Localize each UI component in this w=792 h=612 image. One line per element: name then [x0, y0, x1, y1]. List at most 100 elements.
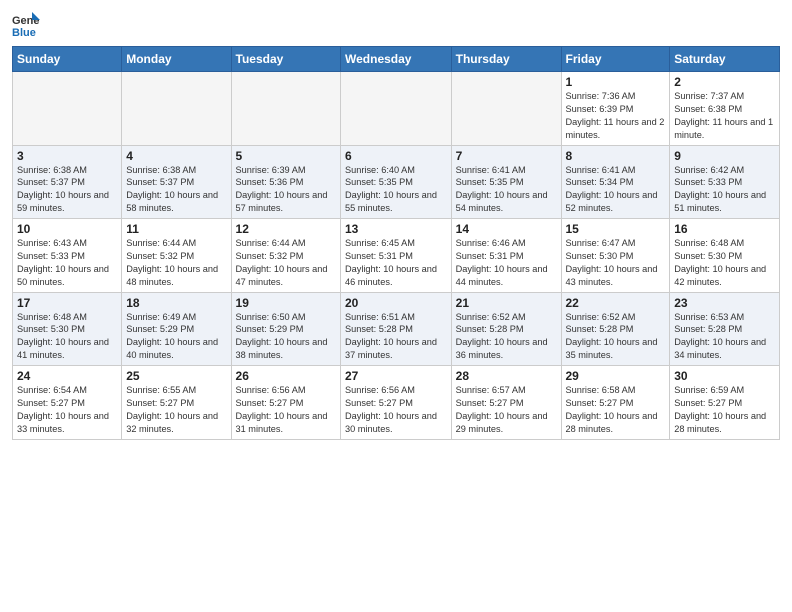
day-info: Sunrise: 6:42 AM Sunset: 5:33 PM Dayligh…: [674, 164, 775, 216]
day-info: Sunrise: 6:52 AM Sunset: 5:28 PM Dayligh…: [456, 311, 557, 363]
day-info: Sunrise: 6:39 AM Sunset: 5:36 PM Dayligh…: [236, 164, 336, 216]
day-info: Sunrise: 6:52 AM Sunset: 5:28 PM Dayligh…: [566, 311, 666, 363]
day-info: Sunrise: 6:47 AM Sunset: 5:30 PM Dayligh…: [566, 237, 666, 289]
day-cell: 1Sunrise: 7:36 AM Sunset: 6:39 PM Daylig…: [561, 72, 670, 146]
day-number: 28: [456, 369, 557, 383]
weekday-header-row: SundayMondayTuesdayWednesdayThursdayFrid…: [13, 47, 780, 72]
day-number: 25: [126, 369, 226, 383]
page-container: General Blue SundayMondayTuesdayWednesda…: [0, 0, 792, 450]
weekday-header-wednesday: Wednesday: [341, 47, 452, 72]
day-cell: 9Sunrise: 6:42 AM Sunset: 5:33 PM Daylig…: [670, 145, 780, 219]
day-info: Sunrise: 6:56 AM Sunset: 5:27 PM Dayligh…: [345, 384, 447, 436]
day-number: 13: [345, 222, 447, 236]
weekday-header-tuesday: Tuesday: [231, 47, 340, 72]
day-number: 11: [126, 222, 226, 236]
day-number: 15: [566, 222, 666, 236]
week-row-3: 17Sunrise: 6:48 AM Sunset: 5:30 PM Dayli…: [13, 292, 780, 366]
week-row-1: 3Sunrise: 6:38 AM Sunset: 5:37 PM Daylig…: [13, 145, 780, 219]
weekday-header-friday: Friday: [561, 47, 670, 72]
day-info: Sunrise: 6:49 AM Sunset: 5:29 PM Dayligh…: [126, 311, 226, 363]
day-cell: 29Sunrise: 6:58 AM Sunset: 5:27 PM Dayli…: [561, 366, 670, 440]
day-number: 23: [674, 296, 775, 310]
day-number: 16: [674, 222, 775, 236]
day-info: Sunrise: 6:54 AM Sunset: 5:27 PM Dayligh…: [17, 384, 117, 436]
day-cell: 2Sunrise: 7:37 AM Sunset: 6:38 PM Daylig…: [670, 72, 780, 146]
day-cell: 28Sunrise: 6:57 AM Sunset: 5:27 PM Dayli…: [451, 366, 561, 440]
day-info: Sunrise: 7:37 AM Sunset: 6:38 PM Dayligh…: [674, 90, 775, 142]
day-number: 6: [345, 149, 447, 163]
day-number: 20: [345, 296, 447, 310]
day-number: 22: [566, 296, 666, 310]
day-cell: 19Sunrise: 6:50 AM Sunset: 5:29 PM Dayli…: [231, 292, 340, 366]
week-row-4: 24Sunrise: 6:54 AM Sunset: 5:27 PM Dayli…: [13, 366, 780, 440]
day-info: Sunrise: 6:41 AM Sunset: 5:35 PM Dayligh…: [456, 164, 557, 216]
day-number: 17: [17, 296, 117, 310]
day-info: Sunrise: 6:55 AM Sunset: 5:27 PM Dayligh…: [126, 384, 226, 436]
week-row-2: 10Sunrise: 6:43 AM Sunset: 5:33 PM Dayli…: [13, 219, 780, 293]
day-info: Sunrise: 6:48 AM Sunset: 5:30 PM Dayligh…: [17, 311, 117, 363]
day-number: 7: [456, 149, 557, 163]
day-info: Sunrise: 6:59 AM Sunset: 5:27 PM Dayligh…: [674, 384, 775, 436]
svg-text:Blue: Blue: [12, 27, 36, 38]
day-info: Sunrise: 6:45 AM Sunset: 5:31 PM Dayligh…: [345, 237, 447, 289]
day-cell: 16Sunrise: 6:48 AM Sunset: 5:30 PM Dayli…: [670, 219, 780, 293]
weekday-header-monday: Monday: [122, 47, 231, 72]
header: General Blue: [12, 10, 780, 38]
day-cell: 7Sunrise: 6:41 AM Sunset: 5:35 PM Daylig…: [451, 145, 561, 219]
day-cell: 6Sunrise: 6:40 AM Sunset: 5:35 PM Daylig…: [341, 145, 452, 219]
day-cell: 10Sunrise: 6:43 AM Sunset: 5:33 PM Dayli…: [13, 219, 122, 293]
day-cell: 20Sunrise: 6:51 AM Sunset: 5:28 PM Dayli…: [341, 292, 452, 366]
day-number: 29: [566, 369, 666, 383]
day-cell: 26Sunrise: 6:56 AM Sunset: 5:27 PM Dayli…: [231, 366, 340, 440]
day-info: Sunrise: 6:38 AM Sunset: 5:37 PM Dayligh…: [126, 164, 226, 216]
day-cell: [451, 72, 561, 146]
day-cell: 22Sunrise: 6:52 AM Sunset: 5:28 PM Dayli…: [561, 292, 670, 366]
day-info: Sunrise: 6:44 AM Sunset: 5:32 PM Dayligh…: [236, 237, 336, 289]
day-info: Sunrise: 7:36 AM Sunset: 6:39 PM Dayligh…: [566, 90, 666, 142]
day-cell: 11Sunrise: 6:44 AM Sunset: 5:32 PM Dayli…: [122, 219, 231, 293]
day-number: 2: [674, 75, 775, 89]
weekday-header-sunday: Sunday: [13, 47, 122, 72]
day-cell: 21Sunrise: 6:52 AM Sunset: 5:28 PM Dayli…: [451, 292, 561, 366]
day-cell: 30Sunrise: 6:59 AM Sunset: 5:27 PM Dayli…: [670, 366, 780, 440]
day-cell: 5Sunrise: 6:39 AM Sunset: 5:36 PM Daylig…: [231, 145, 340, 219]
day-info: Sunrise: 6:58 AM Sunset: 5:27 PM Dayligh…: [566, 384, 666, 436]
day-cell: 8Sunrise: 6:41 AM Sunset: 5:34 PM Daylig…: [561, 145, 670, 219]
day-info: Sunrise: 6:57 AM Sunset: 5:27 PM Dayligh…: [456, 384, 557, 436]
day-cell: 12Sunrise: 6:44 AM Sunset: 5:32 PM Dayli…: [231, 219, 340, 293]
day-number: 10: [17, 222, 117, 236]
day-cell: 15Sunrise: 6:47 AM Sunset: 5:30 PM Dayli…: [561, 219, 670, 293]
day-info: Sunrise: 6:48 AM Sunset: 5:30 PM Dayligh…: [674, 237, 775, 289]
day-cell: 14Sunrise: 6:46 AM Sunset: 5:31 PM Dayli…: [451, 219, 561, 293]
day-number: 27: [345, 369, 447, 383]
day-info: Sunrise: 6:44 AM Sunset: 5:32 PM Dayligh…: [126, 237, 226, 289]
day-cell: 17Sunrise: 6:48 AM Sunset: 5:30 PM Dayli…: [13, 292, 122, 366]
logo: General Blue: [12, 10, 44, 38]
day-cell: 4Sunrise: 6:38 AM Sunset: 5:37 PM Daylig…: [122, 145, 231, 219]
day-cell: 3Sunrise: 6:38 AM Sunset: 5:37 PM Daylig…: [13, 145, 122, 219]
day-info: Sunrise: 6:46 AM Sunset: 5:31 PM Dayligh…: [456, 237, 557, 289]
day-info: Sunrise: 6:51 AM Sunset: 5:28 PM Dayligh…: [345, 311, 447, 363]
day-number: 24: [17, 369, 117, 383]
day-number: 4: [126, 149, 226, 163]
day-info: Sunrise: 6:40 AM Sunset: 5:35 PM Dayligh…: [345, 164, 447, 216]
day-cell: 18Sunrise: 6:49 AM Sunset: 5:29 PM Dayli…: [122, 292, 231, 366]
day-number: 1: [566, 75, 666, 89]
logo-icon: General Blue: [12, 10, 40, 38]
day-number: 14: [456, 222, 557, 236]
day-cell: [122, 72, 231, 146]
day-cell: [13, 72, 122, 146]
day-info: Sunrise: 6:38 AM Sunset: 5:37 PM Dayligh…: [17, 164, 117, 216]
day-cell: 24Sunrise: 6:54 AM Sunset: 5:27 PM Dayli…: [13, 366, 122, 440]
day-cell: 27Sunrise: 6:56 AM Sunset: 5:27 PM Dayli…: [341, 366, 452, 440]
day-number: 18: [126, 296, 226, 310]
day-cell: [231, 72, 340, 146]
day-number: 8: [566, 149, 666, 163]
day-info: Sunrise: 6:50 AM Sunset: 5:29 PM Dayligh…: [236, 311, 336, 363]
day-number: 12: [236, 222, 336, 236]
day-number: 9: [674, 149, 775, 163]
day-cell: 25Sunrise: 6:55 AM Sunset: 5:27 PM Dayli…: [122, 366, 231, 440]
week-row-0: 1Sunrise: 7:36 AM Sunset: 6:39 PM Daylig…: [13, 72, 780, 146]
day-number: 30: [674, 369, 775, 383]
day-cell: [341, 72, 452, 146]
